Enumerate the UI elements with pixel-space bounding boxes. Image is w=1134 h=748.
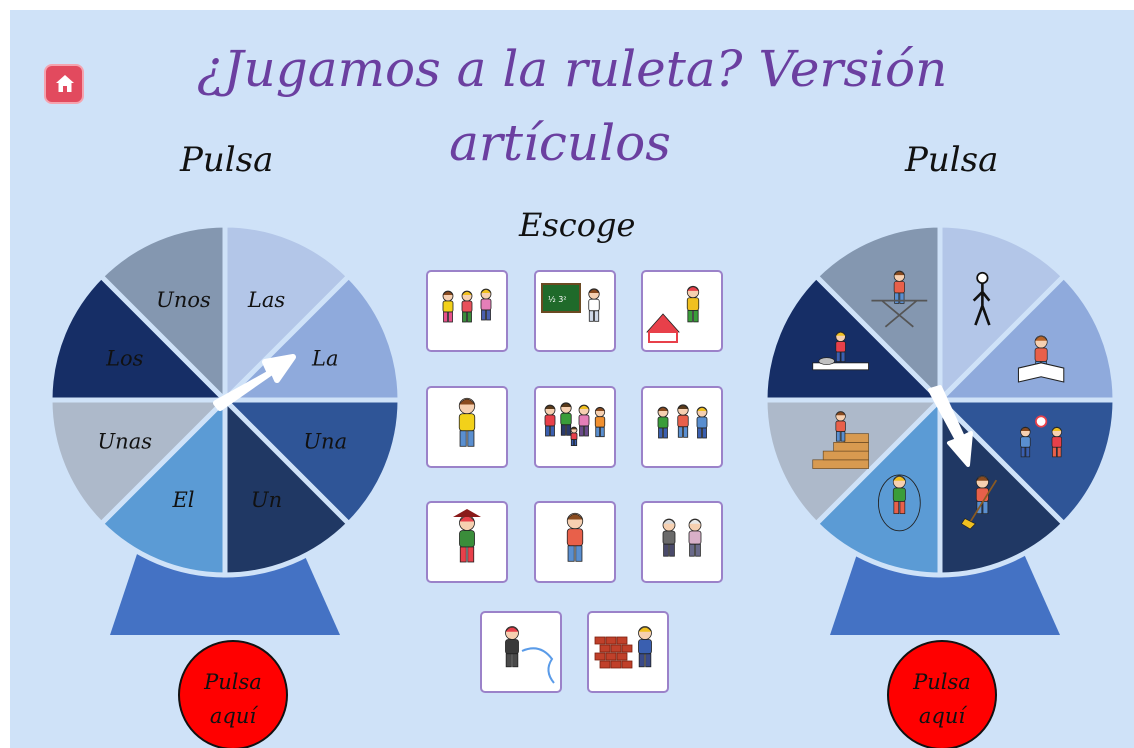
left-wheel-segment-label: El [171,488,194,512]
left-wheel-segment-label: Unas [97,430,152,454]
right-prompt: Pulsa [905,140,999,180]
game-title-line1: ¿Jugamos a la ruleta? Versión [196,40,948,98]
left-wheel-segment-label: Los [105,346,144,370]
left-wheel-segment-label: La [311,346,338,370]
right-roulette[interactable] [745,205,1134,635]
center-prompt: Escoge [519,206,636,244]
choice-tile[interactable] [641,270,723,352]
choice-tile[interactable] [641,386,723,468]
spin-button-left[interactable]: Pulsa aquí [178,640,288,748]
game-screen: ¿Jugamos a la ruleta? Versión artículos … [10,10,1134,748]
left-wheel-segment-label: Una [303,430,347,454]
left-roulette[interactable]: Las La Una Un El Unas Los Unos [30,205,420,635]
clown-circus-icon [646,285,700,343]
left-wheel-segment-label: Un [251,488,282,512]
girl-icon [458,397,476,447]
choice-tile[interactable] [641,501,723,583]
teacher-blackboard-icon: ½ 3² [541,283,600,322]
choice-tile[interactable] [534,501,616,583]
left-wheel-segment-label: Las [247,288,285,312]
spin-button-right[interactable]: Pulsa aquí [887,640,997,748]
firefighter-icon [505,626,555,684]
three-boys-icon [657,404,708,439]
choice-tile[interactable] [426,386,508,468]
spin-button-right-line1: Pulsa [913,670,971,694]
bricklayer-icon [594,626,652,669]
choice-tile[interactable] [480,611,562,693]
choice-tile[interactable] [587,611,669,693]
spin-button-left-line1: Pulsa [204,670,262,694]
pirate-girl-icon [453,509,481,563]
choice-tile[interactable] [534,386,616,468]
spin-button-right-line2: aquí [918,704,966,728]
left-wheel-segment-label: Unos [156,288,211,312]
boy-icon [566,512,584,562]
choice-tile[interactable]: ½ 3² [534,270,616,352]
three-girls-icon [442,288,492,323]
grandparents-icon [662,518,702,557]
spin-button-left-line2: aquí [209,704,257,728]
family-group-icon [544,402,606,446]
left-prompt: Pulsa [180,140,274,180]
choice-tile[interactable] [426,270,508,352]
choice-tile[interactable] [426,501,508,583]
svg-text:½ 3²: ½ 3² [548,295,567,304]
